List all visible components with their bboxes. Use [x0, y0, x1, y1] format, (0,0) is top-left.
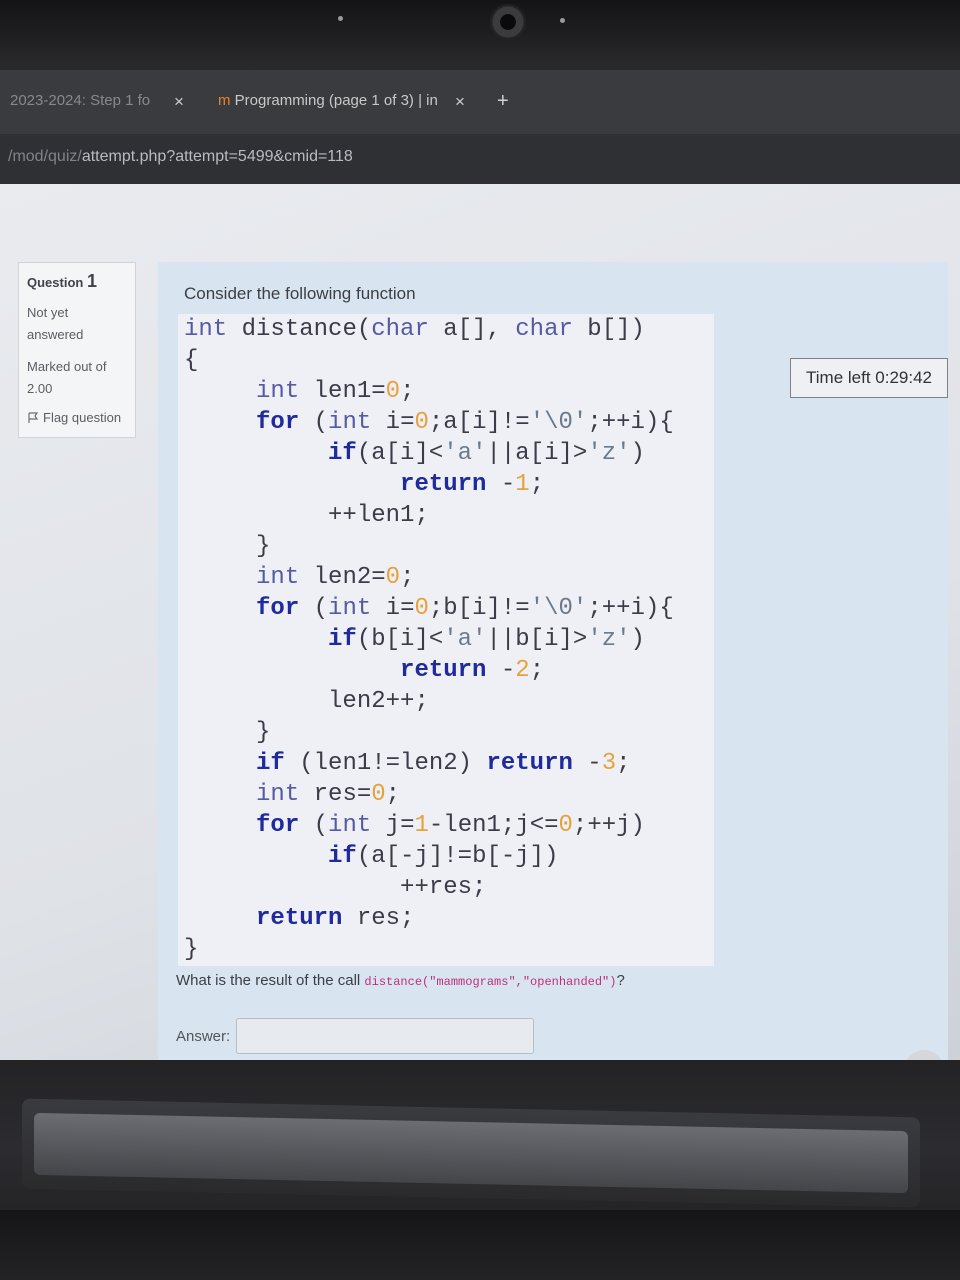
sensor-dot — [338, 16, 343, 21]
url-query: attempt.php?attempt=5499&cmid=118 — [81, 148, 353, 165]
question-info-panel: Question 1 Not yet answered Marked out o… — [18, 262, 136, 438]
flag-icon — [28, 411, 39, 423]
code-block: int distance(char a[], char b[]) { int l… — [178, 314, 714, 966]
time-left-indicator: Time left 0:29:42 — [790, 358, 948, 398]
call-question: What is the result of the call distance(… — [176, 972, 625, 989]
moodle-icon: m — [218, 92, 231, 109]
close-tab-icon[interactable]: × — [174, 92, 184, 112]
code-listing: int distance(char a[], char b[]) { int l… — [184, 316, 674, 963]
call-code: distance("mammograms","openhanded") — [364, 975, 617, 989]
question-marks: Marked out of 2.00 — [27, 359, 107, 396]
question-label: Question — [27, 275, 84, 290]
flag-question-label: Flag question — [43, 410, 122, 425]
tab-programming-label: Programming (page 1 of 3) | in — [234, 92, 438, 109]
browser-tab-bar: 2023-2024: Step 1 fo × m Programming (pa… — [0, 70, 960, 134]
address-bar[interactable]: /mod/quiz/attempt.php?attempt=5499&cmid=… — [0, 134, 960, 184]
webcam — [490, 4, 526, 40]
new-tab-button[interactable]: + — [497, 90, 509, 113]
call-question-text: What is the result of the call — [176, 972, 361, 989]
close-tab-icon[interactable]: × — [455, 92, 465, 112]
laptop-base — [0, 1210, 960, 1280]
answer-label: Answer: — [176, 1028, 231, 1045]
call-question-end: ? — [616, 972, 625, 989]
tab-step1[interactable]: 2023-2024: Step 1 fo — [10, 92, 150, 118]
url-path: /mod/quiz/ — [8, 148, 82, 165]
flag-question-link[interactable]: Flag question — [27, 410, 127, 425]
answer-input[interactable] — [236, 1018, 534, 1054]
sensor-dot — [560, 18, 565, 23]
url-text[interactable]: /mod/quiz/attempt.php?attempt=5499&cmid=… — [8, 148, 353, 166]
screen-bezel — [0, 0, 960, 70]
tab-programming[interactable]: m Programming (page 1 of 3) | in — [218, 92, 440, 118]
question-prompt: Consider the following function — [184, 284, 416, 303]
question-status: Not yet answered — [27, 305, 84, 342]
question-number: 1 — [86, 271, 97, 291]
quiz-page: Question 1 Not yet answered Marked out o… — [0, 184, 960, 1102]
